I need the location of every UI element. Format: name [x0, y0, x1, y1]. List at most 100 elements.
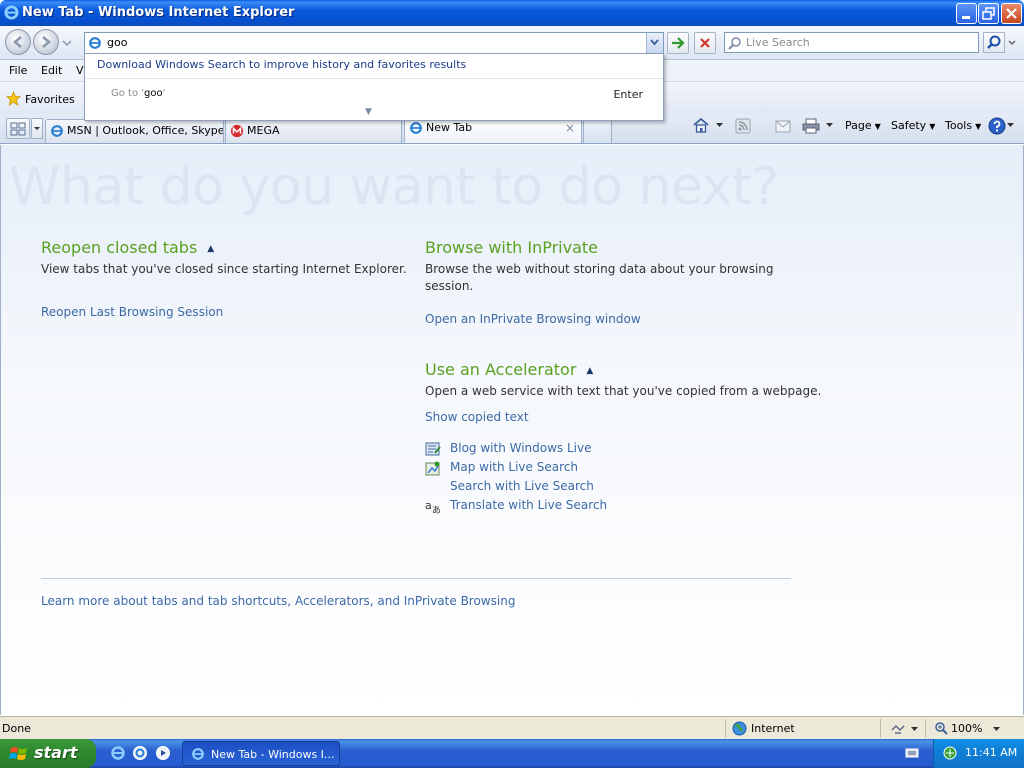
address-bar[interactable]: goo — [84, 32, 664, 54]
start-button[interactable]: start — [0, 739, 96, 768]
chevron-down-icon: ▼ — [874, 122, 881, 131]
content-divider — [41, 578, 791, 579]
restore-button[interactable] — [978, 3, 999, 24]
close-icon — [1006, 8, 1017, 19]
zoom-level[interactable]: 100% — [951, 722, 982, 735]
collapse-caret-icon[interactable]: ▲ — [586, 366, 593, 376]
goto-prefix: Go to ' — [111, 88, 145, 99]
system-tray: 11:41 AM — [933, 739, 1024, 768]
stop-button[interactable] — [694, 32, 716, 54]
search-options-chevron-icon[interactable] — [1006, 32, 1018, 53]
tab-close-icon[interactable]: × — [565, 121, 575, 135]
goto-suffix: ' — [162, 88, 166, 99]
taskbar-ie-window[interactable]: New Tab - Windows I... — [182, 741, 340, 766]
status-divider — [925, 719, 926, 738]
quick-tabs-icon — [10, 122, 26, 136]
recent-pages-chevron-icon[interactable] — [62, 38, 72, 48]
star-icon — [6, 91, 21, 106]
search-button[interactable] — [983, 32, 1005, 53]
taskbar-window-label: New Tab - Windows I... — [211, 748, 335, 761]
dropdown-divider — [85, 78, 663, 79]
tab-list-button[interactable] — [31, 118, 43, 139]
svg-text:あ: あ — [432, 505, 441, 514]
accelerator-description: Open a web service with text that you've… — [425, 384, 822, 398]
new-tab-button[interactable] — [583, 119, 612, 143]
ie-quicklaunch-icon[interactable] — [110, 745, 126, 761]
magnifier-icon — [987, 35, 1001, 49]
search-with-live-search-link[interactable]: Search with Live Search — [450, 479, 594, 493]
internet-zone-icon — [732, 721, 747, 736]
protected-mode-icon[interactable] — [890, 721, 906, 736]
mail-icon[interactable] — [775, 120, 791, 133]
status-divider — [880, 719, 881, 738]
search-box[interactable]: Live Search — [724, 32, 979, 53]
learn-more-link[interactable]: Learn more about tabs and tab shortcuts,… — [41, 594, 515, 608]
page-menu-button[interactable]: Page ▼ — [845, 119, 881, 132]
address-input[interactable]: goo — [107, 36, 127, 49]
address-autocomplete-dropdown: Download Windows Search to improve histo… — [84, 53, 664, 121]
translate-icon: aあ — [425, 499, 441, 514]
safety-menu-label: Safety — [891, 119, 927, 132]
status-bar: Done Internet 100% — [0, 716, 1024, 739]
collapse-caret-icon[interactable]: ▲ — [207, 244, 214, 254]
reopen-section-title[interactable]: Reopen closed tabs ▲ — [41, 238, 214, 257]
download-windows-search-link[interactable]: Download Windows Search to improve histo… — [97, 58, 466, 71]
network-icon[interactable] — [942, 745, 958, 761]
reopen-last-session-link[interactable]: Reopen Last Browsing Session — [41, 305, 223, 319]
favorites-label: Favorites — [25, 93, 75, 106]
restore-icon — [982, 7, 995, 20]
minimize-button[interactable] — [956, 3, 977, 24]
forward-button[interactable] — [33, 29, 59, 55]
tab-label: MEGA — [247, 124, 280, 137]
media-player-icon[interactable] — [155, 745, 171, 761]
title-bar: New Tab - Windows Internet Explorer — [0, 0, 1024, 26]
minimize-icon — [962, 16, 970, 19]
home-icon[interactable] — [692, 117, 710, 134]
keyboard-icon[interactable] — [905, 747, 919, 759]
enter-hint: Enter — [613, 88, 643, 101]
ie-alt-quicklaunch-icon[interactable] — [132, 745, 148, 761]
zoom-chevron-icon[interactable] — [993, 727, 1000, 732]
tab-label: MSN | Outlook, Office, Skype... — [67, 124, 224, 137]
blog-with-windows-live-link[interactable]: Blog with Windows Live — [450, 441, 592, 455]
address-dropdown-button[interactable] — [646, 33, 663, 53]
translate-with-live-search-link[interactable]: Translate with Live Search — [450, 498, 607, 512]
print-chevron-icon[interactable] — [826, 123, 833, 128]
safety-menu-button[interactable]: Safety ▼ — [891, 119, 935, 132]
help-chevron-icon[interactable] — [1007, 123, 1014, 128]
zoom-icon[interactable] — [934, 721, 948, 735]
tools-menu-label: Tools — [945, 119, 973, 132]
tab-mega[interactable]: MEGA — [225, 119, 402, 143]
clock: 11:41 AM — [965, 746, 1018, 759]
reopen-title-text: Reopen closed tabs — [41, 238, 198, 257]
new-tab-page: What do you want to do next? Reopen clos… — [0, 145, 1024, 715]
tools-menu-button[interactable]: Tools ▼ — [945, 119, 981, 132]
accelerator-section-title[interactable]: Use an Accelerator ▲ — [425, 360, 593, 379]
chevron-down-icon: ▼ — [929, 122, 936, 131]
tab-msn[interactable]: MSN | Outlook, Office, Skype... — [45, 119, 224, 143]
feeds-icon[interactable] — [735, 118, 751, 134]
map-with-live-search-link[interactable]: Map with Live Search — [450, 460, 578, 474]
accelerator-title-text: Use an Accelerator — [425, 360, 577, 379]
go-button[interactable] — [667, 32, 689, 54]
favorites-button[interactable]: Favorites — [6, 91, 75, 106]
show-copied-text-link[interactable]: Show copied text — [425, 410, 529, 424]
quick-tabs-button[interactable] — [6, 118, 30, 139]
chevron-down-icon: ▼ — [975, 122, 982, 131]
protected-mode-chevron-icon[interactable] — [911, 727, 918, 732]
close-button[interactable] — [1001, 3, 1022, 24]
page-heading: What do you want to do next? — [9, 157, 779, 217]
expand-suggestions-chevron-icon[interactable]: ▼ — [365, 107, 372, 117]
home-chevron-icon[interactable] — [716, 123, 723, 128]
forward-arrow-icon — [42, 36, 51, 48]
mega-icon — [230, 124, 244, 138]
menu-file[interactable]: File — [9, 64, 27, 77]
open-inprivate-link[interactable]: Open an InPrivate Browsing window — [425, 312, 641, 326]
ie-icon — [51, 125, 63, 137]
goto-suggestion[interactable]: Go to 'goo' — [111, 88, 165, 99]
menu-edit[interactable]: Edit — [41, 64, 62, 77]
map-icon — [425, 461, 440, 476]
print-icon[interactable] — [802, 118, 820, 134]
help-icon[interactable] — [988, 117, 1006, 135]
back-button[interactable] — [5, 29, 31, 55]
